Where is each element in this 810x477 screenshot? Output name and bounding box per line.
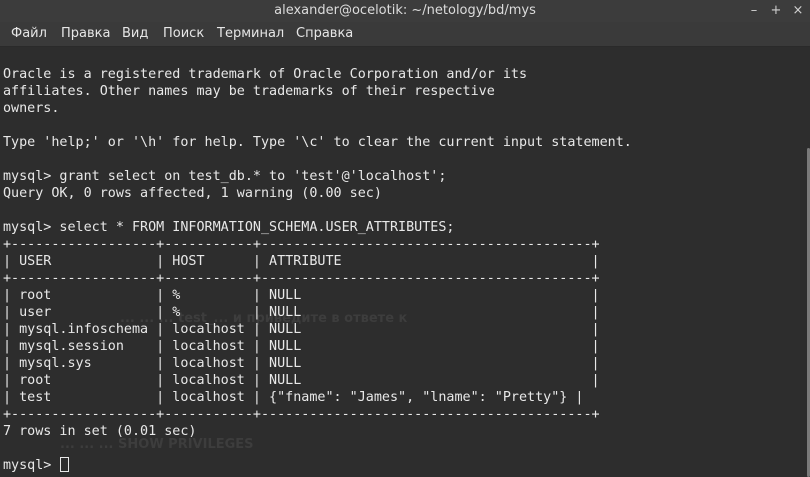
terminal-line: Oracle is a registered trademark of Orac… <box>3 67 528 82</box>
menu-search[interactable]: Поиск <box>163 26 204 41</box>
terminal-line: | root | % | NULL | <box>3 288 600 303</box>
minimize-icon[interactable]: – <box>744 2 764 20</box>
terminal-line: Query OK, 0 rows affected, 1 warning (0.… <box>3 186 382 201</box>
menu-file[interactable]: Файл <box>11 26 47 41</box>
window-title: alexander@ocelotik: ~/netology/bd/mys <box>274 3 536 18</box>
menu-help[interactable]: Справка <box>296 26 353 41</box>
terminal-line: affiliates. Other names may be trademark… <box>3 84 495 99</box>
terminal-line: | test | localhost | {"fname": "James", … <box>3 390 584 405</box>
title-bar[interactable]: alexander@ocelotik: ~/netology/bd/mys – … <box>0 0 810 22</box>
terminal-line: | mysql.session | localhost | NULL | <box>3 339 600 354</box>
prompt-text: mysql> <box>3 458 60 473</box>
terminal-line: owners. <box>3 101 60 116</box>
terminal-line: | mysql.infoschema | localhost | NULL | <box>3 322 600 337</box>
terminal-line: | user | % | NULL | <box>3 305 600 320</box>
terminal-line: | root | localhost | NULL | <box>3 373 600 388</box>
menu-edit[interactable]: Правка <box>61 26 110 41</box>
terminal-line: 7 rows in set (0.01 sec) <box>3 424 197 439</box>
terminal-line: mysql> select * FROM INFORMATION_SCHEMA.… <box>3 220 455 235</box>
text-cursor <box>60 457 70 472</box>
terminal-line: | mysql.sys | localhost | NULL | <box>3 356 600 371</box>
menu-view[interactable]: Вид <box>122 26 148 41</box>
terminal-line: | USER | HOST | ATTRIBUTE | <box>3 254 600 269</box>
menu-terminal[interactable]: Терминал <box>217 26 284 41</box>
terminal-line: Type 'help;' or '\h' for help. Type '\c'… <box>3 135 632 150</box>
terminal-line: +------------------+-----------+--------… <box>3 271 600 286</box>
terminal-line: +------------------+-----------+--------… <box>3 407 600 422</box>
terminal-prompt-line[interactable]: mysql> <box>3 457 70 474</box>
close-icon[interactable]: × <box>788 2 808 20</box>
terminal-line: mysql> grant select on test_db.* to 'tes… <box>3 169 447 184</box>
menu-bar: Файл Правка Вид Поиск Терминал Справка <box>0 22 810 47</box>
maximize-icon[interactable]: + <box>766 2 786 20</box>
terminal-line: +------------------+-----------+--------… <box>3 237 600 252</box>
terminal-output[interactable]: ... ... ... test_... и приведите в ответ… <box>0 47 806 477</box>
